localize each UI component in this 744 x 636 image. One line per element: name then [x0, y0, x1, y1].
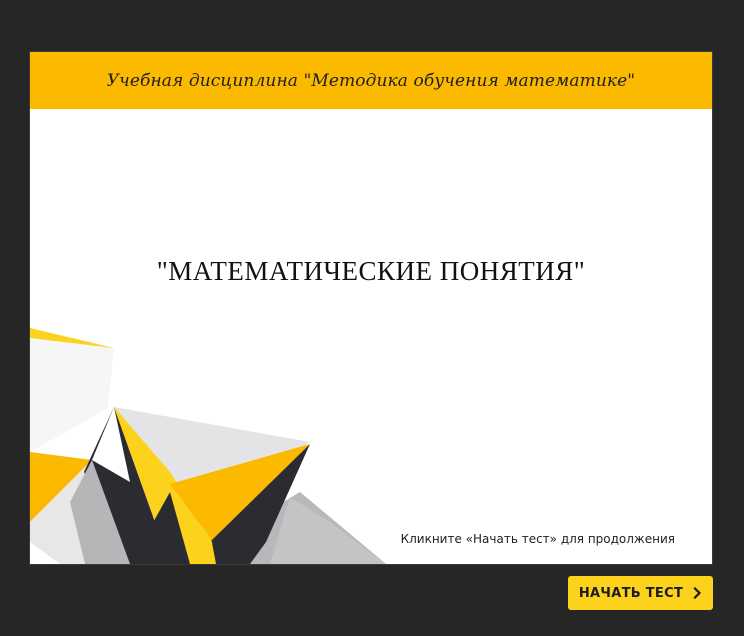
geometric-decoration: [30, 328, 386, 564]
start-test-button[interactable]: НАЧАТЬ ТЕСТ: [568, 576, 713, 610]
slide-canvas: Учебная дисциплина "Методика обучения ма…: [30, 52, 712, 564]
slide-header: Учебная дисциплина "Методика обучения ма…: [30, 52, 712, 109]
continue-hint: Кликните «Начать тест» для продолжения: [400, 532, 675, 546]
course-title: Учебная дисциплина "Методика обучения ма…: [106, 70, 636, 91]
slide-title: "МАТЕМАТИЧЕСКИЕ ПОНЯТИЯ": [156, 256, 586, 286]
start-test-label: НАЧАТЬ ТЕСТ: [578, 585, 684, 601]
chevron-right-icon: [693, 587, 702, 599]
